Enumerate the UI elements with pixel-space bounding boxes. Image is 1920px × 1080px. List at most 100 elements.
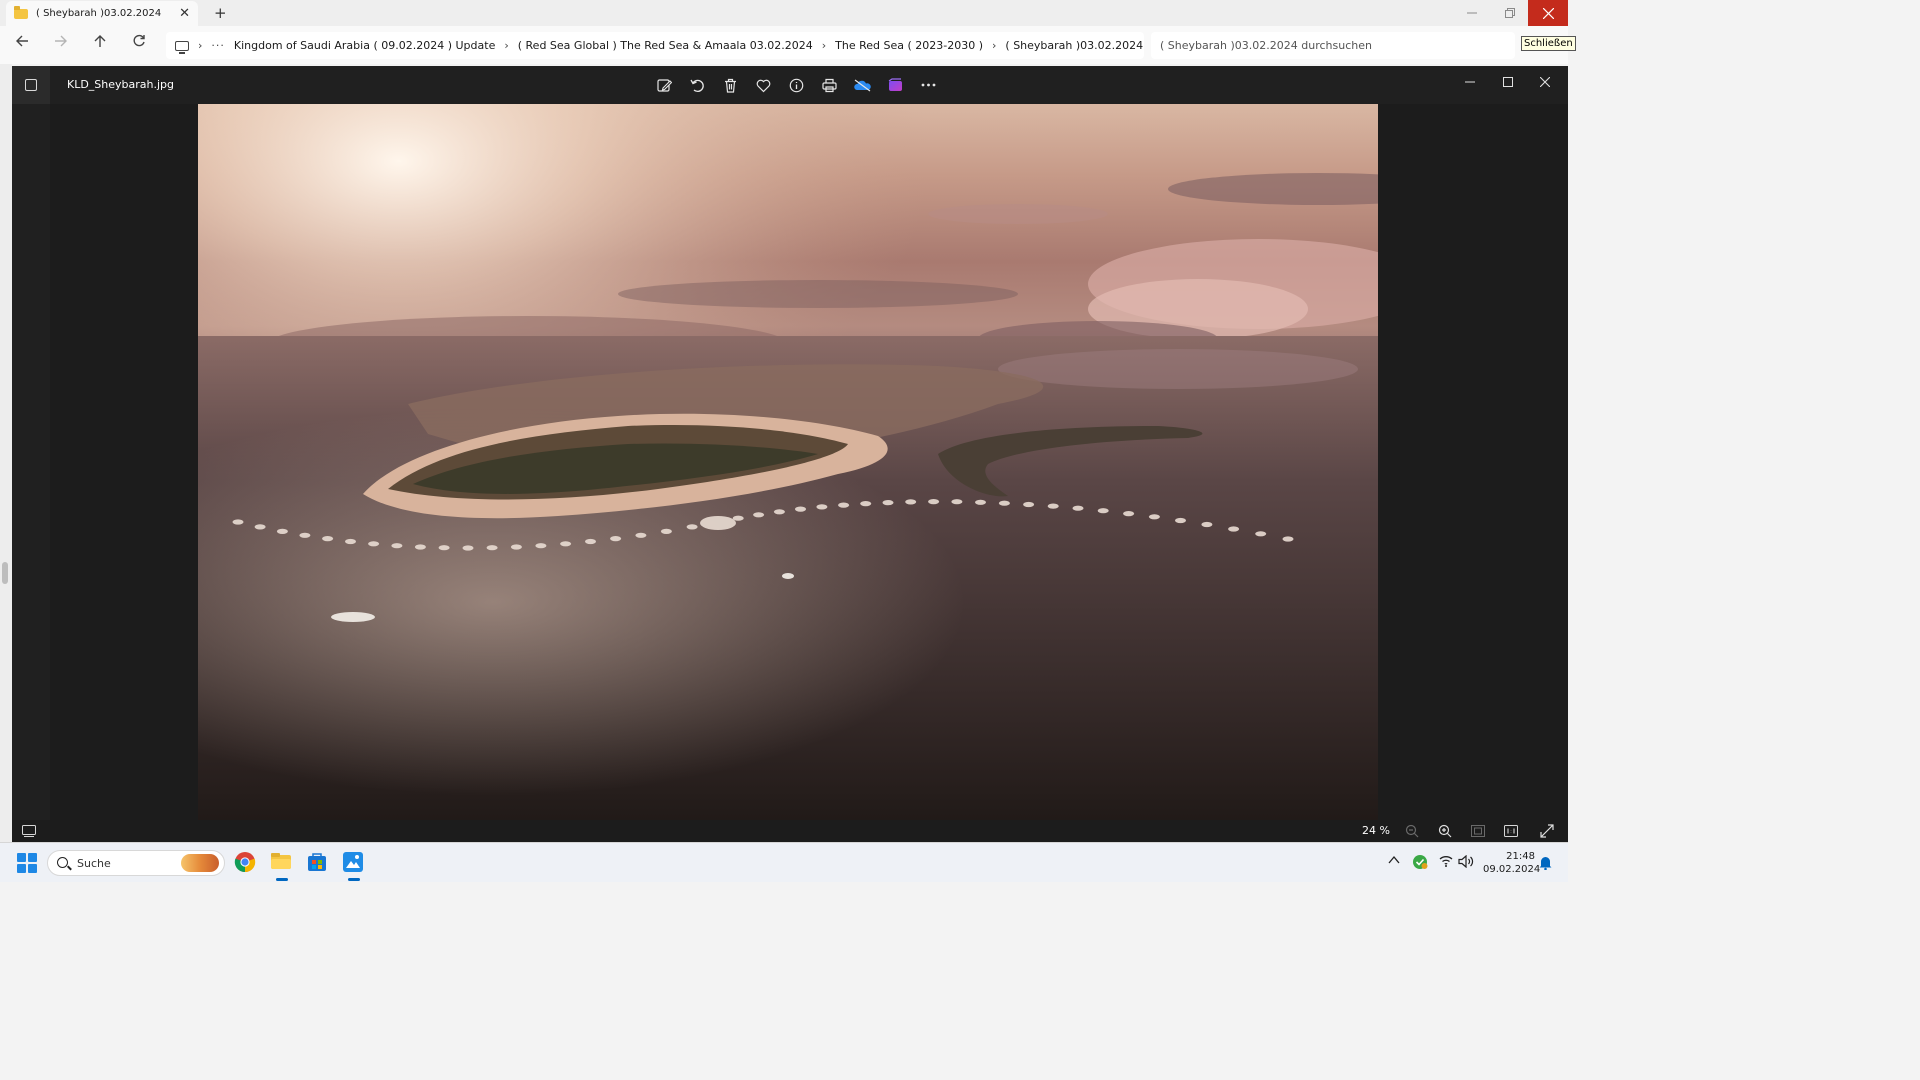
search-input[interactable]: ( Sheybarah )03.02.2024 durchsuchen xyxy=(1151,32,1515,59)
onedrive-icon xyxy=(854,79,871,91)
print-button[interactable] xyxy=(813,75,846,95)
chevron-right-icon[interactable]: › xyxy=(992,39,996,52)
zoom-out-button[interactable] xyxy=(1403,823,1421,839)
villa-mark xyxy=(535,543,547,549)
more-options-button[interactable] xyxy=(912,75,945,95)
new-tab-button[interactable]: + xyxy=(214,4,227,22)
arrow-left-icon xyxy=(16,35,28,47)
villa-mark xyxy=(1282,536,1294,542)
maximize-icon xyxy=(1503,77,1513,87)
breadcrumb-item[interactable]: The Red Sea ( 2023-2030 ) xyxy=(835,39,983,52)
clipchamp-icon xyxy=(888,78,902,91)
rotate-button[interactable] xyxy=(681,75,714,95)
taskbar-search-label: Suche xyxy=(77,856,111,870)
zoom-level: 24 % xyxy=(1362,824,1390,837)
taskbar-search-box[interactable]: Suche xyxy=(47,850,225,876)
print-icon xyxy=(822,78,837,92)
viewer-side-strip xyxy=(12,104,50,820)
scrollbar-thumb[interactable] xyxy=(2,562,8,584)
up-button[interactable] xyxy=(90,34,110,52)
villa-mark xyxy=(232,519,244,525)
viewer-close-button[interactable] xyxy=(1527,70,1563,94)
tab-close-button[interactable]: ✕ xyxy=(179,6,190,21)
edit-image-button[interactable] xyxy=(648,75,681,95)
villa-mark xyxy=(438,545,450,551)
system-clock[interactable]: 21:48 09.02.2024 xyxy=(1483,850,1540,876)
photos-icon[interactable] xyxy=(342,851,366,881)
notification-bell-icon[interactable] xyxy=(1539,855,1552,873)
refresh-icon xyxy=(133,34,145,47)
arrow-up-icon xyxy=(94,35,106,47)
filmstrip-toggle-button[interactable] xyxy=(20,823,38,839)
villa-mark xyxy=(635,532,647,538)
chevron-right-icon[interactable]: › xyxy=(504,39,508,52)
gallery-button[interactable] xyxy=(12,66,50,104)
clipchamp-button[interactable] xyxy=(879,75,912,95)
wifi-icon[interactable] xyxy=(1439,855,1453,870)
chevron-right-icon[interactable]: › xyxy=(198,39,202,52)
restore-button[interactable] xyxy=(1490,0,1530,26)
chevron-up-icon[interactable] xyxy=(1388,854,1400,868)
villa-mark xyxy=(1047,503,1059,509)
file-name: KLD_Sheybarah.jpg xyxy=(67,78,175,91)
photos-app-icon xyxy=(25,79,37,91)
onedrive-button[interactable] xyxy=(846,75,879,95)
breadcrumb-overflow[interactable]: ··· xyxy=(211,39,225,52)
forward-button[interactable] xyxy=(51,34,71,52)
villa-mark xyxy=(391,543,403,549)
villa-mark xyxy=(905,499,917,505)
explorer-tab[interactable]: ( Sheybarah )03.02.2024 ✕ xyxy=(6,1,198,26)
breadcrumb[interactable]: › ··· Kingdom of Saudi Arabia ( 09.02.20… xyxy=(166,32,1144,59)
breadcrumb-item[interactable]: ( Sheybarah )03.02.2024 xyxy=(1005,39,1143,52)
info-button[interactable] xyxy=(780,75,813,95)
this-pc-icon[interactable] xyxy=(175,40,189,54)
chevron-right-icon[interactable]: › xyxy=(822,39,826,52)
info-icon xyxy=(789,78,804,92)
full-screen-button[interactable] xyxy=(1538,823,1556,839)
favorite-button[interactable] xyxy=(747,75,780,95)
villa-mark xyxy=(299,532,311,538)
villa-mark xyxy=(610,536,622,542)
speaker-icon[interactable] xyxy=(1458,854,1474,871)
villa-mark xyxy=(1097,508,1109,514)
villa-mark xyxy=(510,544,522,550)
villa-mark xyxy=(414,544,426,550)
fit-to-window-button[interactable] xyxy=(1469,823,1487,839)
minimize-button[interactable] xyxy=(1452,0,1492,26)
file-explorer-icon[interactable] xyxy=(270,851,294,881)
windows-start-icon[interactable] xyxy=(17,853,37,873)
refresh-button[interactable] xyxy=(129,34,149,52)
back-button[interactable] xyxy=(12,34,32,52)
fit-window-icon xyxy=(1471,825,1485,837)
villa-mark xyxy=(1072,505,1084,511)
close-icon xyxy=(1540,77,1550,87)
actual-size-button[interactable] xyxy=(1502,823,1520,839)
villa-mark xyxy=(486,545,498,551)
villa-mark xyxy=(1201,521,1213,528)
villa-mark xyxy=(276,528,288,534)
delete-button[interactable] xyxy=(714,75,747,95)
aerial-island-resort-image xyxy=(198,104,1378,820)
villa-mark xyxy=(882,500,894,506)
viewer-maximize-button[interactable] xyxy=(1490,70,1526,94)
taskbar: Suche 21:48 09.02.2024 xyxy=(0,842,1568,882)
viewer-minimize-button[interactable] xyxy=(1452,70,1488,94)
villa-mark xyxy=(975,499,986,505)
villa-mark xyxy=(585,538,596,545)
villa-mark xyxy=(686,524,698,530)
explorer-left-pane xyxy=(0,64,12,842)
close-button[interactable] xyxy=(1528,0,1568,26)
microsoft-store-icon[interactable] xyxy=(306,851,330,875)
breadcrumb-item[interactable]: ( Red Sea Global ) The Red Sea & Amaala … xyxy=(518,39,813,52)
search-highlight-image[interactable] xyxy=(181,854,219,872)
villa-mark xyxy=(1123,511,1135,517)
photos-viewer-window: KLD_Sheybarah.jpg 24 % xyxy=(12,66,1568,842)
zoom-in-button[interactable] xyxy=(1436,823,1454,839)
villa-mark xyxy=(1255,531,1267,537)
villa-mark xyxy=(322,536,334,542)
search-icon xyxy=(57,857,68,868)
chrome-icon[interactable] xyxy=(234,851,258,875)
villa-mark xyxy=(660,528,672,534)
security-shield-icon[interactable] xyxy=(1412,854,1428,873)
breadcrumb-item[interactable]: Kingdom of Saudi Arabia ( 09.02.2024 ) U… xyxy=(234,39,495,52)
